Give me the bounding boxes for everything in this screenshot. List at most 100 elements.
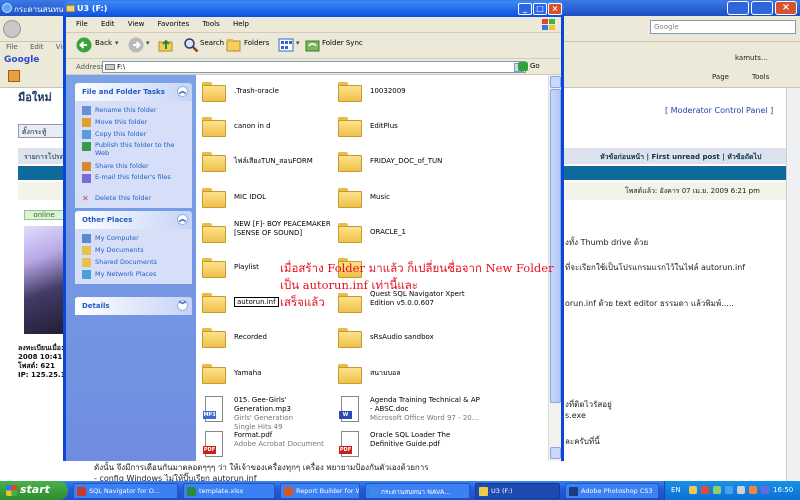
taskbar-button[interactable]: SQL Navigator for O... <box>73 483 178 499</box>
close-button[interactable]: × <box>548 3 562 15</box>
folder-item[interactable]: EditPlus <box>336 112 476 142</box>
place-item[interactable]: My Computer <box>82 233 188 245</box>
tools-menu[interactable]: Tools <box>752 73 769 81</box>
folder-item[interactable]: Recorded <box>200 323 340 353</box>
menu-tools[interactable]: Tools <box>202 20 219 28</box>
file-item[interactable]: W Agenda Training Technical & AP - ABSC.d… <box>336 394 480 424</box>
place-item[interactable]: Shared Documents <box>82 257 188 269</box>
collapse-chevron-icon[interactable]: ︽ <box>177 86 188 97</box>
search-button[interactable]: Search <box>200 39 224 47</box>
task-item[interactable]: Share this folder <box>82 161 188 173</box>
menu-favorites[interactable]: Favorites <box>158 20 190 28</box>
new-topic-button[interactable]: ตั้งกระทู้ <box>18 124 64 138</box>
address-input[interactable]: F:\ <box>102 61 526 73</box>
back-arrow-icon[interactable] <box>76 37 92 53</box>
folder-item[interactable]: ไฟล์เสียงTUN_สอนFORM <box>200 147 340 177</box>
folders-icon[interactable] <box>226 37 242 53</box>
tray-app-icon[interactable] <box>713 486 721 494</box>
google-toolbar-logo[interactable]: Google <box>4 55 39 65</box>
thread-bar-label[interactable]: รายการโปรด <box>24 153 64 161</box>
back-dropdown-icon[interactable]: ▾ <box>115 39 119 47</box>
folder-icon <box>200 149 228 173</box>
account-menu[interactable]: kamuts... <box>735 54 768 62</box>
browser-close-button[interactable]: × <box>775 1 797 15</box>
go-button[interactable]: Go <box>518 62 540 71</box>
menu-help[interactable]: Help <box>233 20 249 28</box>
volume-icon[interactable] <box>761 486 769 494</box>
folder-sync-button[interactable]: Folder Sync <box>322 39 363 47</box>
moderator-panel-link[interactable]: [ Moderator Control Panel ] <box>665 106 773 115</box>
place-item[interactable]: My Network Places <box>82 269 188 281</box>
folders-button[interactable]: Folders <box>244 39 269 47</box>
collapse-chevron-icon[interactable]: ︽ <box>177 214 188 225</box>
forward-dropdown-icon[interactable]: ▾ <box>146 39 150 47</box>
file-item[interactable]: PDF Format.pdf Adobe Acrobat Document <box>200 429 340 459</box>
views-dropdown-icon[interactable]: ▾ <box>296 39 300 47</box>
folder-item[interactable]: ORACLE_1 <box>336 218 476 248</box>
browser-scrollbar[interactable] <box>786 88 800 481</box>
search-icon[interactable] <box>183 37 199 53</box>
browser-search-input[interactable]: Google <box>650 20 796 34</box>
minimize-button[interactable]: _ <box>518 3 532 15</box>
tray-app-icon[interactable] <box>701 486 709 494</box>
language-indicator[interactable]: EN <box>671 486 681 494</box>
tray-app-icon[interactable] <box>737 486 745 494</box>
tray-app-icon[interactable] <box>689 486 697 494</box>
page-menu[interactable]: Page <box>712 73 729 81</box>
browser-minimize-button[interactable] <box>727 1 749 15</box>
maximize-button[interactable]: □ <box>533 3 547 15</box>
scrollbar-thumb[interactable] <box>550 89 561 403</box>
scroll-up-icon[interactable] <box>550 76 561 88</box>
tray-app-icon[interactable] <box>725 486 733 494</box>
back-button[interactable]: Back <box>95 39 112 47</box>
folder-item[interactable]: Yamaha <box>200 359 340 389</box>
folder-item[interactable]: FRIDAY_DOC_of_TUN <box>336 147 476 177</box>
expand-chevron-icon[interactable]: ︾ <box>177 300 188 311</box>
menu-file[interactable]: File <box>76 20 88 28</box>
task-item[interactable]: ✕ Delete this folder <box>82 193 188 205</box>
taskbar-button[interactable]: U3 (F:) <box>475 483 560 499</box>
menu-edit[interactable]: Edit <box>101 20 115 28</box>
task-item[interactable]: Publish this folder to the Web <box>82 141 188 161</box>
taskbar-button[interactable]: Adobe Photoshop CS3 <box>565 483 659 499</box>
scroll-down-icon[interactable] <box>550 447 561 459</box>
forward-arrow-icon[interactable] <box>128 37 144 53</box>
browser-maximize-button[interactable] <box>751 1 773 15</box>
folder-item[interactable]: canon in d <box>200 112 340 142</box>
folder-item[interactable]: MIC IDOL <box>200 183 340 213</box>
file-item[interactable]: PDF Oracle SQL Loader The Definitive Guid… <box>336 429 476 459</box>
task-item[interactable]: E-mail this folder's files <box>82 173 188 193</box>
up-folder-icon[interactable] <box>158 37 174 53</box>
views-icon[interactable] <box>278 37 294 53</box>
folder-sync-icon[interactable] <box>305 37 321 53</box>
taskbar-button[interactable]: Report Builder for Wi... <box>280 483 360 499</box>
folder-item[interactable]: 10032009 <box>336 77 476 107</box>
folder-item[interactable]: .Trash-oracle <box>200 77 340 107</box>
browser-back-button[interactable] <box>3 20 21 38</box>
home-icon[interactable] <box>8 70 20 82</box>
task-item[interactable]: Move this folder <box>82 117 188 129</box>
folder-item[interactable]: NEW [F]- BOY PEACEMAKER [SENSE OF SOUND] <box>200 218 340 248</box>
taskbar-button[interactable]: กระดานสนทนา NAVA... <box>365 483 470 499</box>
browser-menu-file[interactable]: File <box>6 43 18 51</box>
details-header[interactable]: Details ︾ <box>75 297 192 315</box>
place-label: Shared Documents <box>95 258 158 266</box>
folder-item[interactable]: Music <box>336 183 476 213</box>
file-folder-tasks-header[interactable]: File and Folder Tasks ︽ <box>75 83 192 101</box>
file-item[interactable]: MP3 015. Gee-Girls' Generation.mp3 Girls' … <box>200 394 340 431</box>
thread-nav-links[interactable]: หัวข้อก่อนหน้า | First unread post | หัว… <box>600 152 762 163</box>
tray-app-icon[interactable] <box>749 486 757 494</box>
folder-item[interactable]: sRsAudio sandbox <box>336 323 476 353</box>
browser-menu-edit[interactable]: Edit <box>30 43 44 51</box>
task-item[interactable]: Rename this folder <box>82 105 188 117</box>
place-item[interactable]: My Documents <box>82 245 188 257</box>
taskbar-button[interactable]: template.xlsx <box>183 483 275 499</box>
other-places-header[interactable]: Other Places ︽ <box>75 211 192 229</box>
start-button[interactable]: start <box>0 481 68 500</box>
task-item[interactable]: Copy this folder <box>82 129 188 141</box>
menu-view[interactable]: View <box>128 20 145 28</box>
explorer-title-bar[interactable]: U3 (F:) <box>63 1 564 17</box>
rename-field[interactable]: autorun.inf <box>234 297 279 308</box>
folder-item[interactable]: สนามบอล <box>336 359 476 389</box>
browser-title: กระดานสนทนา <box>14 5 69 14</box>
